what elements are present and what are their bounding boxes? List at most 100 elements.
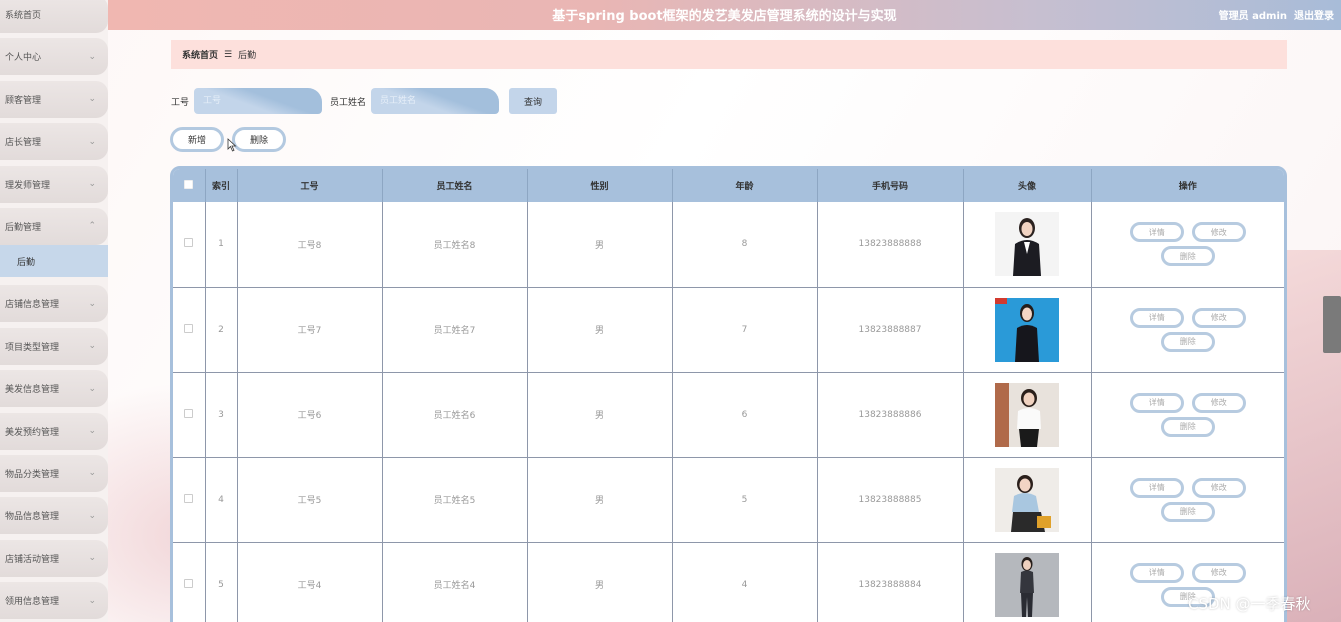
sidebar-item-customers[interactable]: 顾客管理 ⌄: [0, 80, 108, 118]
sidebar-item-store-events[interactable]: 店铺活动管理 ⌄: [0, 539, 108, 577]
chevron-down-icon: ⌄: [88, 94, 96, 105]
cell-index: 4: [205, 457, 238, 543]
header-user-area: 管理员 admin 退出登录: [1219, 7, 1334, 22]
row-actions: 详情 修改 删除: [1123, 307, 1253, 352]
employee-id-input[interactable]: [194, 88, 323, 114]
row-actions: 详情 修改 删除: [1123, 392, 1253, 437]
add-button[interactable]: 新增: [170, 127, 224, 152]
chevron-down-icon: ⌄: [88, 595, 96, 606]
sidebar-item-requisitions[interactable]: 领用信息管理 ⌄: [0, 582, 108, 620]
cell-age: 5: [672, 457, 818, 543]
cell-age: 4: [672, 542, 818, 622]
row-actions: 详情 修改 删除: [1123, 222, 1253, 267]
cell-id: 工号8: [237, 202, 383, 288]
table-header-row: 索引 工号 员工姓名 性别 年龄 手机号码 头像 操作: [173, 169, 1284, 202]
sidebar-item-barbers[interactable]: 理发师管理 ⌄: [0, 165, 108, 203]
detail-button[interactable]: 详情: [1129, 562, 1184, 583]
breadcrumb-home[interactable]: 系统首页: [182, 48, 218, 61]
sidebar-item-label: 店长管理: [5, 138, 42, 149]
sidebar-item-profile[interactable]: 个人中心 ⌄: [0, 38, 108, 76]
cell-gender: 男: [527, 542, 673, 622]
sidebar-item-project-types[interactable]: 项目类型管理 ⌄: [0, 327, 108, 365]
sidebar-item-logistics[interactable]: 后勤管理 ⌃: [0, 207, 108, 245]
delete-button[interactable]: 删除: [232, 127, 286, 152]
sidebar-item-goods-categories[interactable]: 物品分类管理 ⌄: [0, 454, 108, 492]
sidebar-subitem-logistics[interactable]: 后勤: [0, 245, 108, 278]
sidebar-item-label: 领用信息管理: [5, 597, 60, 608]
row-delete-button[interactable]: 删除: [1160, 501, 1215, 522]
sidebar-item-label: 系统首页: [5, 11, 42, 21]
table-row: 5 工号4 员工姓名4 男 4 13823888884 详情 修改 删除: [173, 542, 1284, 622]
cell-gender: 男: [527, 287, 673, 373]
chevron-down-icon: ⌄: [88, 179, 96, 190]
app-title: 基于spring boot框架的发艺美发店管理系统的设计与实现: [552, 9, 897, 24]
employee-name-input[interactable]: [371, 88, 500, 114]
table-row: 2 工号7 员工姓名7 男 7 13823888887 详情 修改 删除: [173, 287, 1284, 373]
sidebar-subitem-label: 后勤: [17, 257, 36, 268]
sidebar-item-label: 店铺信息管理: [5, 300, 60, 311]
cell-gender: 男: [527, 372, 673, 458]
row-checkbox[interactable]: [184, 493, 194, 503]
chevron-down-icon: ⌄: [88, 298, 96, 309]
chevron-down-icon: ⌄: [88, 136, 96, 147]
sidebar-item-label: 美发信息管理: [5, 385, 60, 396]
sidebar-item-managers[interactable]: 店长管理 ⌄: [0, 123, 108, 161]
cell-id: 工号5: [237, 457, 383, 543]
current-user: 管理员 admin: [1218, 11, 1287, 22]
edit-button[interactable]: 修改: [1191, 222, 1246, 243]
search-bar: 工号 员工姓名 查询: [171, 88, 558, 114]
row-checkbox[interactable]: [184, 238, 194, 248]
row-delete-button[interactable]: 删除: [1160, 331, 1215, 352]
sidebar: 系统首页 个人中心 ⌄ 顾客管理 ⌄ 店长管理 ⌄ 理发师管理 ⌄ 后勤管理 ⌃…: [0, 0, 108, 622]
cell-age: 6: [672, 372, 818, 458]
select-all-checkbox[interactable]: [184, 179, 194, 189]
chevron-down-icon: ⌄: [88, 468, 96, 479]
column-header-index: 索引: [205, 169, 238, 202]
table-row: 4 工号5 员工姓名5 男 5 13823888885 详情 修改 删除: [173, 457, 1284, 543]
logout-link[interactable]: 退出登录: [1294, 7, 1334, 22]
sidebar-item-store-info[interactable]: 店铺信息管理 ⌄: [0, 285, 108, 323]
avatar: [995, 552, 1059, 617]
row-checkbox[interactable]: [184, 323, 194, 333]
detail-button[interactable]: 详情: [1129, 222, 1184, 243]
edit-button[interactable]: 修改: [1191, 477, 1246, 498]
cell-name: 员工姓名6: [382, 372, 528, 458]
table-row: 1 工号8 员工姓名8 男 8 13823888888 详情 修改 删除: [173, 202, 1284, 288]
cell-phone: 13823888885: [817, 457, 964, 543]
edit-button[interactable]: 修改: [1191, 307, 1246, 328]
chevron-down-icon: ⌄: [88, 51, 96, 62]
cell-name: 员工姓名8: [382, 202, 528, 288]
row-checkbox[interactable]: [184, 578, 194, 588]
scrollbar-thumb[interactable]: [1323, 296, 1341, 353]
detail-button[interactable]: 详情: [1129, 477, 1184, 498]
employee-id-label: 工号: [171, 97, 190, 108]
avatar: [995, 212, 1059, 277]
sidebar-item-label: 后勤管理: [5, 222, 42, 233]
employee-table: 索引 工号 员工姓名 性别 年龄 手机号码 头像 操作 1 工号8 员工姓名8 …: [170, 166, 1287, 622]
row-delete-button[interactable]: 删除: [1160, 416, 1215, 437]
edit-button[interactable]: 修改: [1191, 562, 1246, 583]
avatar: [995, 297, 1059, 362]
edit-button[interactable]: 修改: [1191, 392, 1246, 413]
action-bar: 新增 删除: [170, 127, 286, 152]
cell-phone: 13823888888: [817, 202, 964, 288]
select-all-cell[interactable]: [173, 169, 206, 202]
chevron-down-icon: ⌄: [88, 553, 96, 564]
detail-button[interactable]: 详情: [1129, 392, 1184, 413]
row-delete-button[interactable]: 删除: [1160, 246, 1215, 267]
detail-button[interactable]: 详情: [1129, 307, 1184, 328]
cell-id: 工号6: [237, 372, 383, 458]
cell-index: 5: [205, 542, 238, 622]
cell-age: 8: [672, 202, 818, 288]
sidebar-item-appointments[interactable]: 美发预约管理 ⌄: [0, 412, 108, 450]
cell-index: 3: [205, 372, 238, 458]
sidebar-item-goods-info[interactable]: 物品信息管理 ⌄: [0, 497, 108, 535]
employee-name-label: 员工姓名: [330, 97, 367, 108]
sidebar-item-hair-info[interactable]: 美发信息管理 ⌄: [0, 370, 108, 408]
row-checkbox[interactable]: [184, 408, 194, 418]
search-button[interactable]: 查询: [509, 88, 558, 114]
cell-phone: 13823888884: [817, 542, 964, 622]
cell-name: 员工姓名5: [382, 457, 528, 543]
row-actions: 详情 修改 删除: [1123, 477, 1253, 522]
sidebar-item-home[interactable]: 系统首页: [0, 0, 108, 33]
